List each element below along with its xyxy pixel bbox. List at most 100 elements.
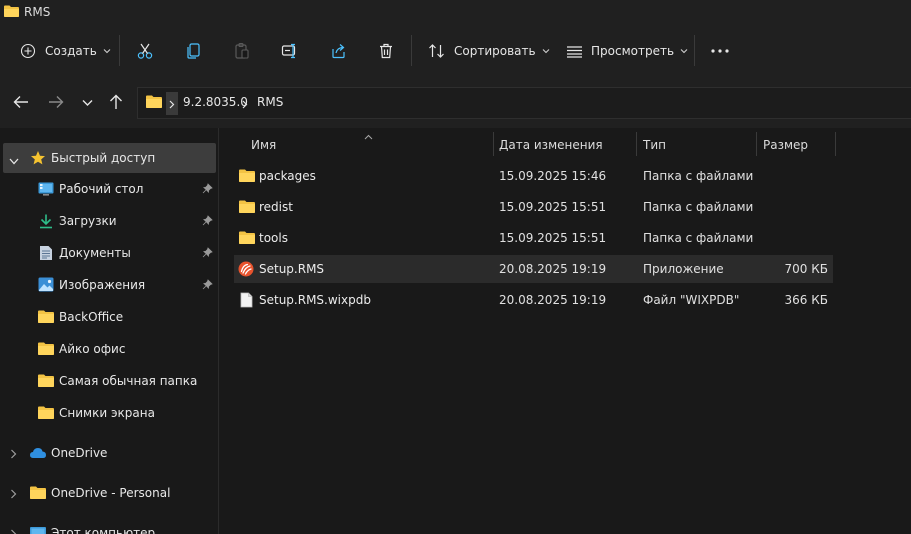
sidebar-item-label: Изображения	[59, 278, 146, 292]
file-row[interactable]: Setup.RMS 20.08.2025 19:19 Приложение 70…	[234, 255, 833, 283]
sidebar-item-label: BackOffice	[59, 310, 124, 324]
sidebar-item-aiko-office[interactable]: Айко офис	[0, 334, 219, 364]
share-button[interactable]	[329, 37, 347, 65]
file-row[interactable]: Setup.RMS.wixpdb 20.08.2025 19:19 Файл "…	[234, 286, 833, 314]
sidebar-item-screenshots[interactable]: Снимки экрана	[0, 398, 219, 428]
file-name: Setup.RMS	[259, 262, 325, 276]
arrow-left-icon	[13, 95, 29, 112]
sidebar-item-backoffice[interactable]: BackOffice	[0, 302, 219, 332]
sidebar-item-label: Рабочий стол	[59, 182, 144, 196]
chevron-right-icon	[169, 98, 175, 112]
more-options-button[interactable]	[711, 37, 729, 65]
recent-locations-button[interactable]	[76, 92, 98, 114]
column-header-date[interactable]: Дата изменения	[499, 138, 603, 152]
sidebar-item-onedrive[interactable]: OneDrive	[0, 438, 219, 468]
chevron-down-icon	[82, 96, 93, 110]
sidebar-item-label: OneDrive	[51, 446, 108, 460]
view-list-icon	[566, 44, 583, 58]
file-type: Папка с файлами	[643, 200, 754, 214]
breadcrumb-segment[interactable]: RMS	[257, 95, 283, 109]
sidebar-item-documents[interactable]: Документы	[0, 238, 219, 268]
sort-ascending-icon	[364, 129, 373, 143]
pin-icon[interactable]	[202, 279, 213, 293]
sidebar-item-onedrive-personal[interactable]: OneDrive - Personal	[0, 478, 219, 508]
file-row[interactable]: tools 15.09.2025 15:51 Папка с файлами	[234, 224, 833, 252]
file-date: 20.08.2025 19:19	[499, 262, 607, 276]
rename-icon	[281, 42, 299, 60]
trash-icon	[377, 42, 395, 60]
file-date: 15.09.2025 15:51	[499, 231, 607, 245]
app-icon	[238, 261, 254, 280]
paste-button[interactable]	[233, 37, 251, 65]
file-icon	[240, 292, 253, 311]
file-type: Приложение	[643, 262, 724, 276]
folder-icon	[37, 373, 55, 391]
sidebar-item-quick-access[interactable]: Быстрый доступ	[3, 143, 216, 173]
title-bar: RMS	[0, 0, 911, 24]
folder-icon	[37, 341, 55, 359]
create-button[interactable]: Создать	[20, 37, 111, 65]
sort-icon	[428, 43, 446, 59]
column-header-size[interactable]: Размер	[763, 138, 808, 152]
forward-button[interactable]	[45, 92, 67, 114]
file-name: packages	[259, 169, 316, 183]
sidebar-item-label: Айко офис	[59, 342, 126, 356]
rename-button[interactable]	[281, 37, 299, 65]
up-button[interactable]	[105, 92, 127, 114]
column-header-name[interactable]: Имя	[251, 138, 276, 152]
file-type: Папка с файлами	[643, 231, 754, 245]
folder-icon	[238, 168, 256, 186]
pin-icon[interactable]	[202, 215, 213, 229]
clipboard-icon	[233, 42, 251, 60]
view-label: Просмотреть	[591, 44, 675, 58]
column-divider[interactable]	[636, 132, 637, 156]
toolbar-separator	[694, 35, 695, 66]
sidebar-item-label: Быстрый доступ	[51, 151, 156, 165]
view-button[interactable]: Просмотреть	[566, 37, 688, 65]
chevron-right-icon	[10, 488, 17, 502]
column-header-type[interactable]: Тип	[643, 138, 666, 152]
chevron-right-icon	[242, 98, 248, 112]
file-type: Файл "WIXPDB"	[643, 293, 740, 307]
chevron-right-icon	[10, 448, 17, 462]
pin-icon[interactable]	[202, 183, 213, 197]
file-row[interactable]: packages 15.09.2025 15:46 Папка с файлам…	[234, 162, 833, 190]
column-divider[interactable]	[756, 132, 757, 156]
file-size: 700 КБ	[784, 262, 828, 276]
back-button[interactable]	[10, 92, 32, 114]
navigation-pane: Быстрый доступ Рабочий стол Загрузки Док…	[0, 128, 219, 534]
desktop-icon	[38, 182, 54, 199]
delete-button[interactable]	[377, 37, 395, 65]
pin-icon[interactable]	[202, 247, 213, 261]
sort-button[interactable]: Сортировать	[428, 37, 550, 65]
document-icon	[39, 245, 53, 264]
chevron-down-icon	[103, 48, 111, 54]
sidebar-item-downloads[interactable]: Загрузки	[0, 206, 219, 236]
sort-label: Сортировать	[454, 44, 536, 58]
column-divider[interactable]	[493, 132, 494, 156]
folder-icon	[238, 230, 256, 248]
sidebar-item-ordinary-folder[interactable]: Самая обычная папка	[0, 366, 219, 396]
arrow-up-icon	[109, 94, 123, 113]
sidebar-item-this-pc[interactable]: Этот компьютер	[0, 518, 219, 534]
file-date: 15.09.2025 15:46	[499, 169, 607, 183]
file-date: 15.09.2025 15:51	[499, 200, 607, 214]
sidebar-item-desktop[interactable]: Рабочий стол	[0, 174, 219, 204]
file-date: 20.08.2025 19:19	[499, 293, 607, 307]
more-dots-icon	[711, 49, 729, 53]
star-icon	[30, 150, 46, 169]
address-bar[interactable]: 9.2.8035.0 RMS	[137, 87, 911, 119]
folder-icon	[238, 199, 256, 217]
sidebar-item-label: Самая обычная папка	[59, 374, 198, 388]
plus-circle-icon	[20, 43, 36, 59]
copy-button[interactable]	[185, 37, 203, 65]
arrow-right-icon	[48, 95, 64, 112]
sidebar-item-label: Документы	[59, 246, 131, 260]
breadcrumb-segment[interactable]: 9.2.8035.0	[183, 95, 248, 109]
cut-button[interactable]	[136, 37, 154, 65]
column-divider[interactable]	[835, 132, 836, 156]
file-row[interactable]: redist 15.09.2025 15:51 Папка с файлами	[234, 193, 833, 221]
sidebar-item-pictures[interactable]: Изображения	[0, 270, 219, 300]
toolbar-separator	[119, 35, 120, 66]
scissors-icon	[136, 42, 154, 60]
